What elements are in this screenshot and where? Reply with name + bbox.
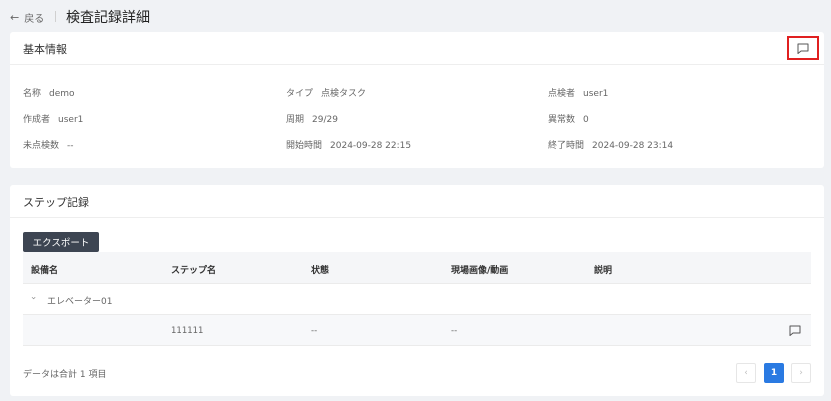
- field-cycle: 周期 29/29: [286, 115, 338, 125]
- field-type: タイプ 点検タスク: [286, 89, 367, 99]
- next-page-button[interactable]: ›: [791, 363, 811, 383]
- group-row[interactable]: › エレベーター01: [23, 284, 811, 315]
- comment-button[interactable]: [787, 36, 819, 60]
- cell-media: --: [451, 326, 458, 336]
- field-unchecked: 未点検数 --: [23, 141, 74, 151]
- back-link[interactable]: ← 戻る: [10, 10, 44, 25]
- group-name: エレベーター01: [47, 297, 113, 307]
- cell-step: 111111: [171, 326, 204, 336]
- basic-info-card: 基本情報 名称 demo タイプ 点検タスク 点検者 user1 作成者 user1 周…: [10, 32, 824, 168]
- prev-page-button[interactable]: ‹: [736, 363, 756, 383]
- back-label: 戻る: [24, 14, 45, 25]
- cell-status: --: [311, 326, 318, 336]
- basic-info-header: 基本情報: [10, 32, 824, 65]
- comment-icon: [797, 43, 809, 54]
- page-1-button[interactable]: 1: [764, 363, 784, 383]
- page-title: 検査記録詳細: [66, 10, 150, 26]
- step-record-header: ステップ記録: [10, 185, 824, 218]
- arrow-left-icon: ←: [10, 11, 20, 24]
- top-bar: ← 戻る 検査記録詳細: [0, 0, 831, 32]
- export-button[interactable]: エクスポート: [23, 232, 99, 252]
- field-start-time: 開始時間 2024-09-28 22:15: [286, 141, 412, 151]
- chevron-right-icon[interactable]: ›: [28, 296, 38, 300]
- column-media: 現場画像/動画: [451, 266, 509, 276]
- field-end-time: 終了時間 2024-09-28 23:14: [548, 141, 674, 151]
- basic-info-title: 基本情報: [23, 43, 67, 56]
- column-device: 設備名: [31, 266, 59, 276]
- field-inspector: 点検者 user1: [548, 89, 609, 99]
- table-header: 設備名 ステップ名 状態 現場画像/動画 説明: [23, 252, 811, 284]
- step-table: 設備名 ステップ名 状態 現場画像/動画 説明 › エレベーター01 11111…: [23, 252, 811, 346]
- column-status: 状態: [311, 266, 330, 276]
- column-step: ステップ名: [171, 266, 217, 276]
- step-record-card: ステップ記録 エクスポート 設備名 ステップ名 状態 現場画像/動画 説明 › …: [10, 185, 824, 396]
- field-name: 名称 demo: [23, 89, 75, 99]
- comment-icon[interactable]: [789, 325, 801, 336]
- field-abnormal: 異常数 0: [548, 115, 589, 125]
- table-row: 111111 -- --: [23, 315, 811, 346]
- step-record-title: ステップ記録: [23, 196, 89, 209]
- divider: [55, 11, 56, 22]
- field-creator: 作成者 user1: [23, 115, 84, 125]
- column-note: 説明: [594, 266, 613, 276]
- total-count: データは合計 1 項目: [23, 370, 107, 380]
